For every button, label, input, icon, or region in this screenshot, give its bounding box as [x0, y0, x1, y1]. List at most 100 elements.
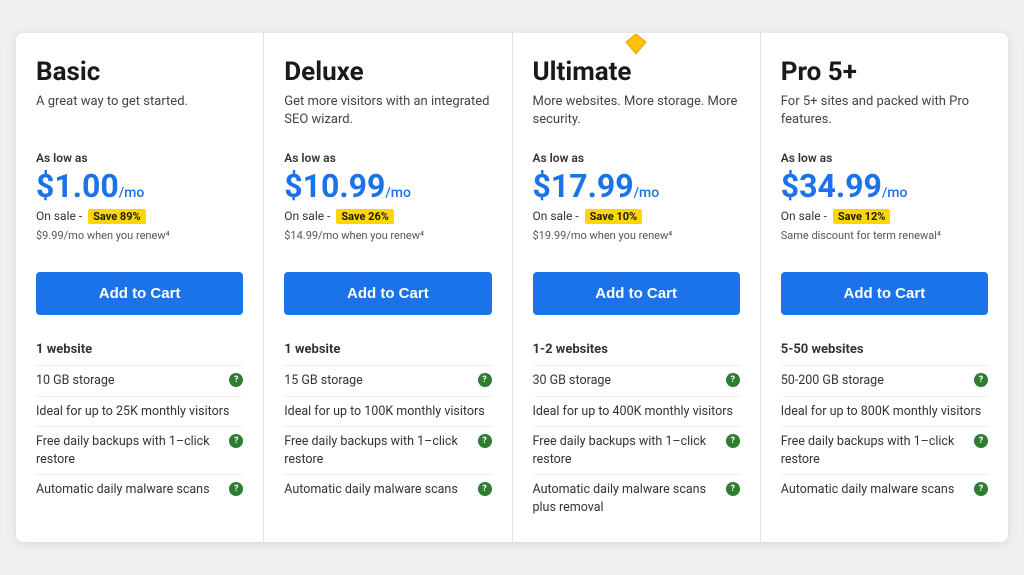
- price-row: $1.00 /mo: [36, 167, 243, 205]
- price-row: $34.99 /mo: [781, 167, 988, 205]
- price-row: $17.99 /mo: [533, 167, 740, 205]
- feature-item: Free daily backups with 1–click restore …: [533, 426, 740, 474]
- add-to-cart-button[interactable]: Add to Cart: [533, 272, 740, 315]
- feature-text: Automatic daily malware scans: [781, 481, 970, 499]
- feature-item: Free daily backups with 1–click restore …: [284, 426, 491, 474]
- price-amount: $34.99: [781, 167, 882, 205]
- price-period: /mo: [882, 185, 908, 201]
- sale-text: On sale -: [284, 209, 330, 223]
- feature-text: 5-50 websites: [781, 341, 988, 359]
- as-low-as-label: As low as: [36, 151, 243, 165]
- feature-text: Automatic daily malware scans: [36, 481, 225, 499]
- price-period: /mo: [634, 185, 660, 201]
- feature-text: Ideal for up to 25K monthly visitors: [36, 403, 243, 421]
- plan-card-deluxe: Deluxe Get more visitors with an integra…: [264, 33, 512, 542]
- feature-text: 1 website: [36, 341, 243, 359]
- plan-desc: A great way to get started.: [36, 93, 243, 133]
- info-icon: ?: [726, 373, 740, 387]
- info-icon: ?: [478, 373, 492, 387]
- feature-item: Automatic daily malware scans ?: [284, 474, 491, 505]
- info-icon: ?: [229, 373, 243, 387]
- plan-card-basic: Basic A great way to get started. As low…: [16, 33, 264, 542]
- plan-desc: For 5+ sites and packed with Pro feature…: [781, 93, 988, 133]
- feature-item: 10 GB storage ?: [36, 365, 243, 396]
- info-icon: ?: [229, 482, 243, 496]
- feature-item: 5-50 websites: [781, 335, 988, 365]
- feature-item: Free daily backups with 1–click restore …: [781, 426, 988, 474]
- as-low-as-label: As low as: [533, 151, 740, 165]
- feature-item: Ideal for up to 100K monthly visitors: [284, 396, 491, 427]
- info-icon: ?: [726, 434, 740, 448]
- feature-text: 30 GB storage: [533, 372, 722, 390]
- features-list: 5-50 websites 50-200 GB storage ? Ideal …: [781, 335, 988, 505]
- feature-text: Free daily backups with 1–click restore: [284, 433, 473, 468]
- sale-row: On sale - Save 26%: [284, 209, 491, 224]
- plan-desc: More websites. More storage. More securi…: [533, 93, 740, 133]
- feature-item: 1-2 websites: [533, 335, 740, 365]
- feature-text: Ideal for up to 400K monthly visitors: [533, 403, 740, 421]
- renew-text: $9.99/mo when you renew⁴: [36, 228, 243, 256]
- as-low-as-label: As low as: [284, 151, 491, 165]
- info-icon: ?: [478, 482, 492, 496]
- plan-name: Basic: [36, 57, 243, 87]
- renew-text: $14.99/mo when you renew⁴: [284, 228, 491, 256]
- as-low-as-label: As low as: [781, 151, 988, 165]
- feature-text: 10 GB storage: [36, 372, 225, 390]
- price-amount: $10.99: [284, 167, 385, 205]
- info-icon: ?: [478, 434, 492, 448]
- feature-text: Free daily backups with 1–click restore: [36, 433, 225, 468]
- feature-item: Ideal for up to 400K monthly visitors: [533, 396, 740, 427]
- price-period: /mo: [119, 185, 145, 201]
- price-row: $10.99 /mo: [284, 167, 491, 205]
- feature-item: Automatic daily malware scans plus remov…: [533, 474, 740, 522]
- price-amount: $1.00: [36, 167, 119, 205]
- feature-item: 15 GB storage ?: [284, 365, 491, 396]
- feature-text: Free daily backups with 1–click restore: [533, 433, 722, 468]
- add-to-cart-button[interactable]: Add to Cart: [36, 272, 243, 315]
- price-period: /mo: [385, 185, 411, 201]
- feature-item: Free daily backups with 1–click restore …: [36, 426, 243, 474]
- feature-text: Ideal for up to 100K monthly visitors: [284, 403, 491, 421]
- features-list: 1 website 15 GB storage ? Ideal for up t…: [284, 335, 491, 505]
- diamond-badge: [624, 33, 648, 56]
- feature-text: 1 website: [284, 341, 491, 359]
- save-badge: Save 12%: [833, 209, 891, 224]
- info-icon: ?: [974, 482, 988, 496]
- feature-text: Automatic daily malware scans: [284, 481, 473, 499]
- add-to-cart-button[interactable]: Add to Cart: [284, 272, 491, 315]
- sale-row: On sale - Save 10%: [533, 209, 740, 224]
- feature-item: 1 website: [36, 335, 243, 365]
- save-badge: Save 10%: [585, 209, 643, 224]
- renew-text: $19.99/mo when you renew⁴: [533, 228, 740, 256]
- features-list: 1 website 10 GB storage ? Ideal for up t…: [36, 335, 243, 505]
- feature-item: 50-200 GB storage ?: [781, 365, 988, 396]
- feature-text: Automatic daily malware scans plus remov…: [533, 481, 722, 516]
- features-list: 1-2 websites 30 GB storage ? Ideal for u…: [533, 335, 740, 522]
- save-badge: Save 89%: [88, 209, 146, 224]
- feature-item: Automatic daily malware scans ?: [781, 474, 988, 505]
- feature-item: 1 website: [284, 335, 491, 365]
- feature-text: 50-200 GB storage: [781, 372, 970, 390]
- feature-text: 1-2 websites: [533, 341, 740, 359]
- feature-item: Ideal for up to 25K monthly visitors: [36, 396, 243, 427]
- plan-name: Pro 5+: [781, 57, 988, 87]
- sale-text: On sale -: [781, 209, 827, 223]
- price-amount: $17.99: [533, 167, 634, 205]
- pricing-container: Basic A great way to get started. As low…: [16, 33, 1008, 542]
- plan-card-pro5: Pro 5+ For 5+ sites and packed with Pro …: [761, 33, 1008, 542]
- sale-row: On sale - Save 89%: [36, 209, 243, 224]
- plan-card-ultimate: Ultimate More websites. More storage. Mo…: [513, 33, 761, 542]
- feature-text: Free daily backups with 1–click restore: [781, 433, 970, 468]
- feature-text: Ideal for up to 800K monthly visitors: [781, 403, 988, 421]
- save-badge: Save 26%: [336, 209, 394, 224]
- info-icon: ?: [974, 434, 988, 448]
- sale-row: On sale - Save 12%: [781, 209, 988, 224]
- feature-text: 15 GB storage: [284, 372, 473, 390]
- feature-item: Ideal for up to 800K monthly visitors: [781, 396, 988, 427]
- renew-text: Same discount for term renewal⁴: [781, 228, 988, 256]
- feature-item: Automatic daily malware scans ?: [36, 474, 243, 505]
- add-to-cart-button[interactable]: Add to Cart: [781, 272, 988, 315]
- info-icon: ?: [974, 373, 988, 387]
- plan-desc: Get more visitors with an integrated SEO…: [284, 93, 491, 133]
- plan-name: Deluxe: [284, 57, 491, 87]
